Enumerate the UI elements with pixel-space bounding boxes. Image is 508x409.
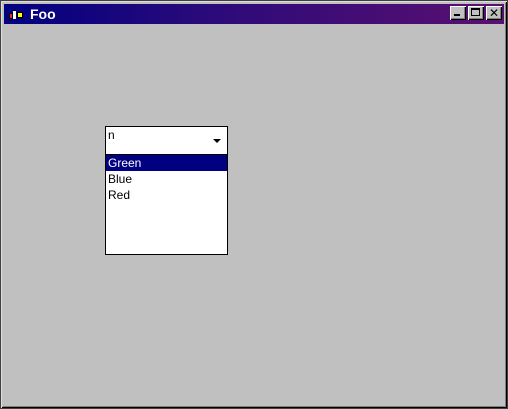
client-area [5,25,505,406]
list-item-green[interactable]: Green [106,155,227,171]
dropdown-arrow-icon[interactable] [213,139,221,143]
list-item-red[interactable]: Red [106,187,227,203]
list-item-blue[interactable]: Blue [106,171,227,187]
combobox-text[interactable]: n [108,128,115,142]
combobox-dropdown-list[interactable]: Green Blue Red [105,154,228,255]
app-icon[interactable] [8,6,24,22]
title-bar[interactable]: Foo ✕ [4,4,504,24]
window-controls: ✕ [448,6,502,20]
close-icon: ✕ [488,6,500,20]
maximize-icon [471,8,480,16]
minimize-icon [454,14,460,16]
close-button[interactable]: ✕ [486,6,502,20]
window-title: Foo [30,6,56,22]
maximize-button[interactable] [468,6,484,20]
minimize-button[interactable] [450,6,466,20]
app-window: Foo ✕ n Green Blue Red [0,0,508,409]
combobox-edit-field[interactable]: n [105,126,228,155]
